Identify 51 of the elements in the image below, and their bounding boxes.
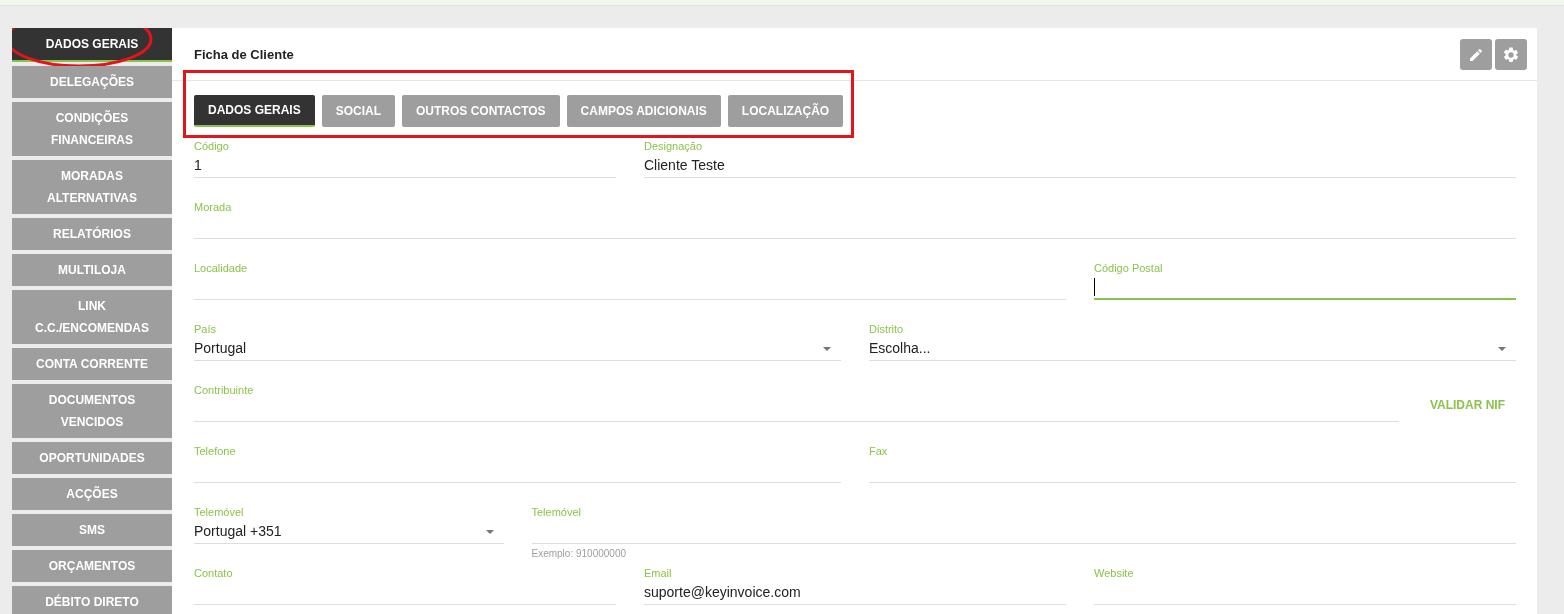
sidebar-item[interactable]: DADOS GERAIS [12,28,172,62]
select-field[interactable]: Portugal [194,336,841,361]
sidebar-item[interactable]: LINK C.C./ENCOMENDAS [12,290,172,344]
field-label: Designação [644,140,703,153]
field-label: Website [1094,567,1134,580]
sidebar-item[interactable]: MULTILOJA [12,254,172,286]
dropdown-arrow-icon [823,347,831,351]
field-label: País [194,323,216,336]
sidebar-item[interactable]: CONDIÇÕES FINANCEIRAS [12,102,172,156]
sidebar-item[interactable]: OPORTUNIDADES [12,442,172,474]
field-label: Morada [194,201,232,214]
field-label: Telemóvel [531,506,582,519]
field-label: Email [644,567,672,580]
input-field[interactable]: suporte@keyinvoice.com [644,580,1066,605]
sidebar-item[interactable]: ORÇAMENTOS [12,550,172,582]
field-label: Telemóvel [194,506,244,519]
sidebar-item[interactable]: DELEGAÇÕES [12,66,172,98]
sidebar-item[interactable]: CONTA CORRENTE [12,348,172,380]
pencil-icon [1468,46,1484,63]
sidebar-item[interactable]: DOCUMENTOS VENCIDOS [12,384,172,438]
edit-button[interactable] [1460,39,1492,70]
validate-button[interactable]: VALIDAR NIF [1418,394,1516,416]
tab[interactable]: LOCALIZAÇÃO [727,95,844,127]
select-field[interactable]: Portugal +351 [194,519,504,544]
field-label: Telefone [194,445,236,458]
settings-button[interactable] [1495,39,1527,70]
field-label: Código [194,140,229,153]
sidebar-item[interactable]: SMS [12,514,172,546]
sidebar-item[interactable]: ACÇÕES [12,478,172,510]
field-label: Localidade [194,262,248,275]
tab[interactable]: DADOS GERAIS [194,95,315,127]
input-field[interactable]: 1 [194,153,616,178]
sidebar-item[interactable]: RELATÓRIOS [12,218,172,250]
sidebar-item[interactable]: DÉBITO DIRETO [12,586,172,614]
tab[interactable]: CAMPOS ADICIONAIS [566,95,721,127]
select-field[interactable]: Escolha... [869,336,1516,361]
field-label: Distrito [869,323,904,336]
gear-icon [1502,45,1520,64]
field-label: Código Postal [1094,262,1163,275]
field-label: Contato [194,567,233,580]
tab[interactable]: OUTROS CONTACTOS [402,95,560,127]
field-label: Fax [869,445,888,458]
dropdown-arrow-icon [485,530,494,534]
dropdown-arrow-icon [1498,347,1506,351]
field-label: Contribuinte [194,384,254,397]
sidebar-item[interactable]: MORADAS ALTERNATIVAS [12,160,172,214]
tab[interactable]: SOCIAL [321,95,396,127]
panel-title: Ficha de Cliente [194,46,294,62]
input-field[interactable] [1094,275,1516,300]
field-hint: Exemplo: 910000000 [531,548,627,559]
input-field[interactable]: Cliente Teste [644,153,1516,178]
